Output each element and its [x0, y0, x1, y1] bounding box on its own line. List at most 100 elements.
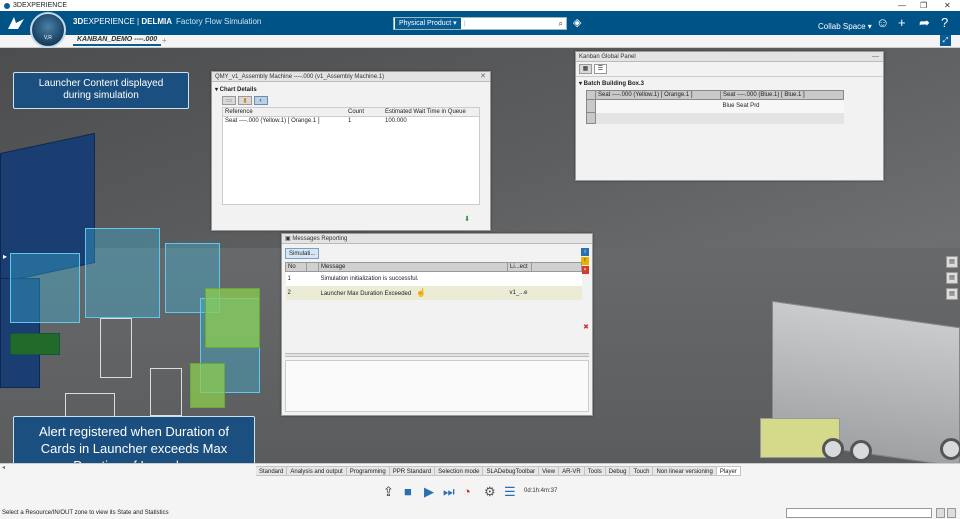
- column-header-no[interactable]: No: [285, 262, 307, 272]
- kanban-toolbar: ▦ ☰: [576, 62, 883, 76]
- ds-logo-icon[interactable]: [6, 15, 26, 34]
- cell-wait-time: 100.000: [385, 118, 407, 124]
- tab-tools[interactable]: Tools: [584, 466, 606, 476]
- step-forward-icon[interactable]: ⏭: [443, 484, 455, 500]
- messages-reporting-panel: ▣ Messages Reporting Simulati... i ! × N…: [281, 233, 593, 416]
- table-row[interactable]: Seat ----.000 (Yellow.1) [ Orange.1 ] 1 …: [223, 117, 479, 126]
- pie-chart-icon[interactable]: ◐: [254, 96, 268, 105]
- simulation-filter-button[interactable]: Simulati...: [285, 248, 320, 259]
- cell-no: 2: [287, 289, 291, 296]
- search-bar[interactable]: Physical Product ▾ | ⌕: [393, 17, 567, 30]
- column-header-wait-time[interactable]: Estimated Wait Time in Queue: [383, 108, 479, 117]
- minimize-panel-icon[interactable]: —: [872, 52, 879, 62]
- column-header-reference[interactable]: Reference: [223, 108, 346, 117]
- status-bar-icon[interactable]: [936, 508, 945, 518]
- tab-standard[interactable]: Standard: [256, 466, 288, 476]
- brand-experience: EXPERIENCE |: [83, 17, 142, 26]
- tab-debug[interactable]: Debug: [605, 466, 631, 476]
- status-input[interactable]: [786, 508, 932, 518]
- messages-panel-header[interactable]: ▣ Messages Reporting: [282, 234, 592, 244]
- export-icon[interactable]: ⇪: [383, 484, 394, 500]
- maximize-button[interactable]: ❐: [920, 0, 927, 11]
- status-bar-icon[interactable]: [947, 508, 956, 518]
- tab-touch[interactable]: Touch: [630, 466, 654, 476]
- tab-player[interactable]: Player: [716, 466, 741, 476]
- column-header-linked-object[interactable]: Li...ect: [507, 262, 532, 272]
- bottom-bar-handle[interactable]: ◂: [0, 464, 8, 486]
- left-expand-arrow-icon[interactable]: ▸: [3, 252, 7, 261]
- share-icon[interactable]: ➦: [919, 15, 930, 31]
- plus-icon[interactable]: +: [898, 15, 906, 30]
- table-row[interactable]: 1 Simulation initialization is successfu…: [285, 271, 582, 286]
- collab-space-dropdown[interactable]: Collab Space ▾: [818, 22, 872, 31]
- cell-count: 1: [348, 118, 352, 124]
- row-selector[interactable]: [586, 99, 596, 113]
- bar-chart-icon[interactable]: ▮: [238, 96, 252, 105]
- assembly-station: [10, 253, 80, 323]
- tab-programming[interactable]: Programming: [346, 466, 390, 476]
- close-button[interactable]: ✕: [944, 0, 951, 11]
- search-icon[interactable]: ⌕: [559, 19, 563, 29]
- brand-title: 3DEXPERIENCE | DELMIA Factory Flow Simula…: [73, 17, 261, 26]
- maximize-view-icon[interactable]: ⤢: [940, 35, 951, 46]
- help-icon[interactable]: ?: [941, 15, 948, 30]
- gear-icon[interactable]: ⚙: [484, 484, 496, 500]
- splitter[interactable]: [285, 353, 589, 357]
- message-details-area[interactable]: [285, 360, 589, 412]
- search-input[interactable]: |: [464, 21, 559, 27]
- cursor-hand-icon: ☝: [416, 288, 427, 297]
- tab-sla-debug-toolbar[interactable]: SLADebugToolbar: [483, 466, 540, 476]
- error-filter-icon[interactable]: ×: [581, 266, 589, 274]
- batch-building-section[interactable]: ▾ Batch Building Box.3: [576, 76, 883, 90]
- info-filter-icon[interactable]: i: [581, 248, 589, 256]
- qmy-table-container: Reference Count Estimated Wait Time in Q…: [222, 107, 480, 205]
- cell-type: [307, 286, 319, 300]
- side-tool-icon[interactable]: ▤: [946, 272, 958, 284]
- search-scope-dropdown[interactable]: Physical Product ▾: [395, 18, 461, 29]
- kanban-col-blue[interactable]: Seat ----.000 (Blue.1) [ Blue.1 ]: [720, 90, 844, 100]
- rack: [150, 368, 182, 416]
- close-icon[interactable]: ✕: [480, 72, 486, 82]
- status-bar-text: Select a Resource/IN/OUT zone to view it…: [2, 510, 169, 516]
- tab-ppr-standard[interactable]: PPR Standard: [389, 466, 436, 476]
- row-selector[interactable]: [586, 90, 596, 100]
- kanban-cell-empty: [595, 112, 721, 124]
- column-header-message[interactable]: Message: [318, 262, 508, 272]
- grid-view-icon[interactable]: ▦: [579, 64, 592, 74]
- user-icon[interactable]: ☺: [876, 15, 889, 30]
- qmy-panel-header[interactable]: QMY_v1_Assembly Machine ----.000 (v1_Ass…: [212, 72, 490, 82]
- settings-icon[interactable]: ☰: [594, 64, 607, 74]
- tag-icon[interactable]: ◈: [573, 16, 581, 29]
- tab-view[interactable]: View: [539, 466, 560, 476]
- table-row[interactable]: 2 Launcher Max Duration Exceeded ☝ v1_...…: [285, 285, 582, 300]
- minimize-button[interactable]: —: [898, 0, 906, 11]
- column-header-type[interactable]: [306, 262, 319, 272]
- speed-gauge-icon[interactable]: ◔: [463, 484, 471, 499]
- column-header-extra[interactable]: [531, 262, 582, 272]
- list-view-icon[interactable]: ▭: [222, 96, 236, 105]
- new-tab-button[interactable]: +: [162, 36, 167, 45]
- list-icon[interactable]: ☰: [504, 484, 516, 500]
- top-bar: 3DEXPERIENCE | DELMIA Factory Flow Simula…: [0, 11, 960, 35]
- tab-kanban-demo[interactable]: KANBAN_DEMO ----.000: [73, 36, 162, 46]
- play-icon[interactable]: ▶: [424, 484, 434, 500]
- stop-icon[interactable]: ■: [404, 484, 412, 499]
- tab-analysis-and-output[interactable]: Analysis and output: [287, 466, 347, 476]
- cell-object: v1_...e: [509, 289, 528, 296]
- chart-details-section[interactable]: ▾ Chart Details: [212, 82, 490, 95]
- side-tool-icon[interactable]: ▤: [946, 288, 958, 300]
- kanban-panel-header[interactable]: Kanban Global Panel —: [576, 52, 883, 62]
- warning-filter-icon[interactable]: !: [581, 257, 589, 265]
- compass-widget[interactable]: V,R: [30, 12, 66, 48]
- tab-non-linear-versioning[interactable]: Non linear versioning: [653, 466, 717, 476]
- tab-selection-mode[interactable]: Selection mode: [435, 466, 484, 476]
- row-selector[interactable]: [586, 112, 596, 124]
- kanban-col-yellow[interactable]: Seat ----.000 (Yellow.1) [ Orange.1 ]: [595, 90, 721, 100]
- truck-wheel: [850, 440, 872, 462]
- export-icon[interactable]: ⬇: [464, 215, 470, 223]
- cell-object: [508, 272, 532, 286]
- column-header-count[interactable]: Count: [346, 108, 383, 117]
- clear-messages-icon[interactable]: ✖: [583, 323, 589, 331]
- tab-ar-vr[interactable]: AR-VR: [559, 466, 585, 476]
- side-tool-icon[interactable]: ▤: [946, 256, 958, 268]
